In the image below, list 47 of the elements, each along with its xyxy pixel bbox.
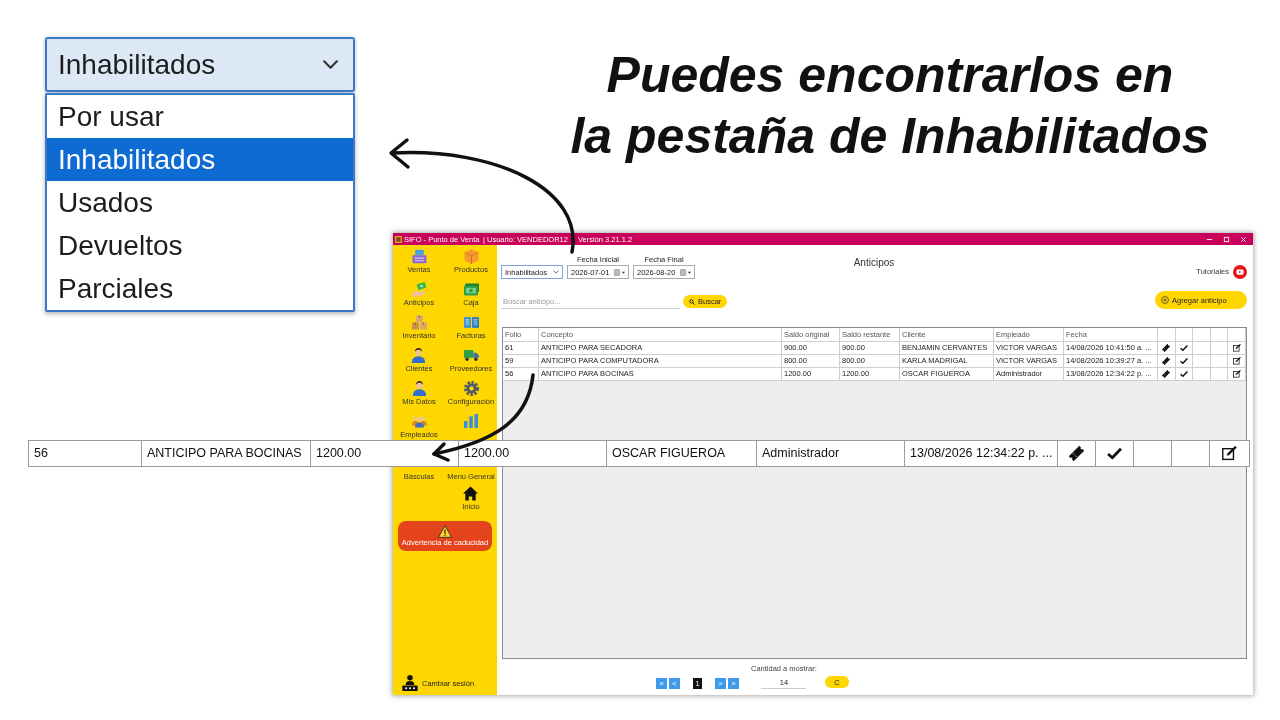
box-icon xyxy=(463,249,479,264)
chevron-down-icon xyxy=(553,270,559,274)
chevron-down-icon xyxy=(322,59,339,70)
ticket-icon[interactable] xyxy=(1069,446,1084,461)
table-cell: ANTICIPO PARA BOCINAS xyxy=(142,441,311,466)
cash-register-icon xyxy=(411,249,427,264)
search-icon xyxy=(689,298,695,305)
documents-icon xyxy=(463,315,479,330)
calendar-icon xyxy=(614,268,626,276)
table-cell: 1200.00 xyxy=(459,441,607,466)
person-icon xyxy=(411,348,427,363)
home-icon xyxy=(463,486,479,501)
banknotes-icon xyxy=(463,282,479,297)
heading: Puedes encontrarlos en la pestaña de Inhabilitados xyxy=(569,46,1211,166)
boxes-icon xyxy=(411,315,427,330)
table-cell: 1200.00 xyxy=(311,441,459,466)
dropdown-option[interactable]: Usados xyxy=(47,181,353,224)
edit-icon[interactable] xyxy=(1232,370,1241,378)
table-cell: OSCAR FIGUEROA xyxy=(607,441,757,466)
ticket-icon[interactable] xyxy=(1162,344,1171,352)
table-cell: Administrador xyxy=(757,441,905,466)
status-dropdown[interactable]: Inhabilitados xyxy=(45,37,355,92)
dropdown-option[interactable]: Parciales xyxy=(47,267,353,310)
add-icon xyxy=(1161,296,1169,304)
ticket-icon[interactable] xyxy=(1162,370,1171,378)
play-button-icon[interactable] xyxy=(1233,264,1247,279)
edit-icon[interactable] xyxy=(1222,446,1237,461)
edit-icon[interactable] xyxy=(1232,344,1241,352)
people-icon xyxy=(411,414,427,429)
user-desk-icon xyxy=(402,675,418,691)
table-cell: 13/08/2026 12:34:22 p. ... xyxy=(905,441,1058,466)
page-title: Anticipos xyxy=(853,257,895,270)
money-hand-icon xyxy=(411,282,427,297)
maximize-icon[interactable] xyxy=(1223,235,1230,243)
app-logo-icon xyxy=(395,235,402,243)
truck-icon xyxy=(463,348,479,363)
person-icon xyxy=(411,381,427,396)
ticket-icon[interactable] xyxy=(1162,357,1171,365)
settings-icon xyxy=(463,381,479,396)
dropdown-option[interactable]: Inhabilitados xyxy=(47,138,353,181)
edit-icon[interactable] xyxy=(1232,357,1241,365)
calendar-icon xyxy=(680,268,692,276)
warning-icon xyxy=(438,525,452,538)
table-cell: 56 xyxy=(29,441,142,466)
close-icon[interactable] xyxy=(1240,235,1247,243)
dropdown-option[interactable]: Por usar xyxy=(47,95,353,138)
dropdown-option[interactable]: Devueltos xyxy=(47,224,353,267)
